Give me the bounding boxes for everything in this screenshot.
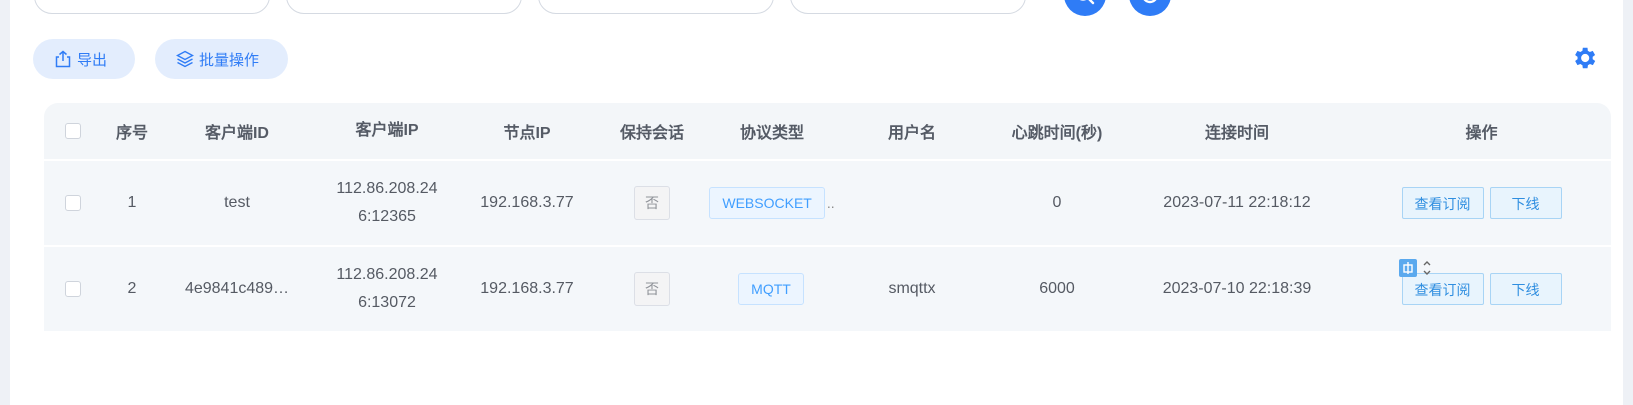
header-client-ip: 客户端IP [355,122,419,139]
row-actions: 查看订阅 下线 [1352,273,1611,305]
row-connect-time: 2023-07-11 22:18:12 [1163,194,1311,211]
header-heartbeat: 心跳时间(秒) [1011,125,1103,142]
chevron-up-down-icon [1423,261,1431,275]
row-protocol-cell: MQTT [712,273,832,305]
row-username: smqttx [888,280,936,297]
protocol-overflow-ellipsis: .. [826,195,835,211]
row-heartbeat: 6000 [1039,280,1075,297]
filter-input-4-wrapper [790,0,1026,14]
row-protocol-cell: WEBSOCKET .. [709,187,835,219]
row-checkbox[interactable] [65,195,81,211]
table-header: 序号 客户端ID 客户端IP 节点IP 保持会话 协议类型 用户名 心跳时间(秒… [44,103,1611,159]
header-protocol: 协议类型 [739,125,804,142]
gear-icon[interactable] [1570,44,1598,72]
client-table: 序号 客户端ID 客户端IP 节点IP 保持会话 协议类型 用户名 心跳时间(秒… [44,103,1611,331]
row-select-cell [44,281,102,297]
filter-input-2[interactable] [287,0,521,13]
header-keep-session: 保持会话 [619,125,684,142]
batch-operation-label: 批量操作 [199,51,260,69]
select-all-cell [44,123,102,139]
header-node-ip: 节点IP [503,125,551,142]
row-client-id: test [224,194,250,211]
translate-icon [1399,259,1417,277]
row-keep-session-cell: 否 [592,272,712,306]
export-icon [55,50,71,68]
row-keep-session-cell: 否 [592,186,712,220]
row-client-ip-line1: 112.86.208.24 [336,180,438,197]
row-checkbox[interactable] [65,281,81,297]
row-client-ip-line2: 6:13072 [358,294,416,311]
header-connect-time: 连接时间 [1204,125,1269,142]
header-username: 用户名 [887,125,936,142]
row-node-ip: 192.168.3.77 [480,280,574,297]
row-index: 1 [127,194,137,211]
filter-input-1[interactable] [35,0,269,13]
row-select-cell [44,195,102,211]
select-all-checkbox[interactable] [65,123,81,139]
filter-input-3-wrapper [538,0,774,14]
protocol-tag: WEBSOCKET [709,187,825,219]
offline-button[interactable]: 下线 [1489,187,1562,219]
search-icon [1079,0,1095,5]
view-subscription-button[interactable]: 查看订阅 [1401,187,1484,219]
filter-input-3[interactable] [539,0,773,13]
offline-button[interactable]: 下线 [1489,273,1562,305]
filter-input-2-wrapper [286,0,522,14]
row-client-ip-line1: 112.86.208.24 [336,266,438,283]
export-label: 导出 [77,51,108,69]
row-client-ip: 112.86.208.24 6:12365 [312,175,462,231]
row-client-ip-line2: 6:12365 [358,208,416,225]
row-heartbeat: 0 [1052,194,1062,211]
batch-operation-button[interactable]: 批量操作 [155,39,288,79]
row-connect-time: 2023-07-10 22:18:39 [1162,280,1312,297]
row-node-ip: 192.168.3.77 [480,194,574,211]
keep-session-tag: 否 [634,272,670,306]
table-row: 2 4e9841c489… 112.86.208.24 6:13072 192.… [44,245,1611,331]
row-client-id: 4e9841c489… [184,280,290,297]
floating-widget[interactable] [1398,256,1448,280]
table-row: 1 test 112.86.208.24 6:12365 192.168.3.7… [44,159,1611,245]
reset-icon [1143,0,1157,4]
header-index: 序号 [115,125,148,142]
main-panel: 导出 批量操作 序号 客户端ID 客户端IP 节点IP 保持会话 协议类型 用户… [10,0,1623,405]
row-client-ip: 112.86.208.24 6:13072 [312,261,462,317]
protocol-tag: MQTT [738,273,804,305]
keep-session-tag: 否 [634,186,670,220]
export-button[interactable]: 导出 [33,39,135,79]
row-actions: 查看订阅 下线 [1352,187,1611,219]
search-button[interactable] [1064,0,1106,16]
layers-icon [176,50,194,68]
filter-input-1-wrapper [34,0,270,14]
reset-button[interactable] [1129,0,1171,16]
row-index: 2 [127,280,137,297]
header-actions: 操作 [1465,125,1498,142]
filter-input-4[interactable] [791,0,1025,13]
header-client-id: 客户端ID [204,125,269,142]
